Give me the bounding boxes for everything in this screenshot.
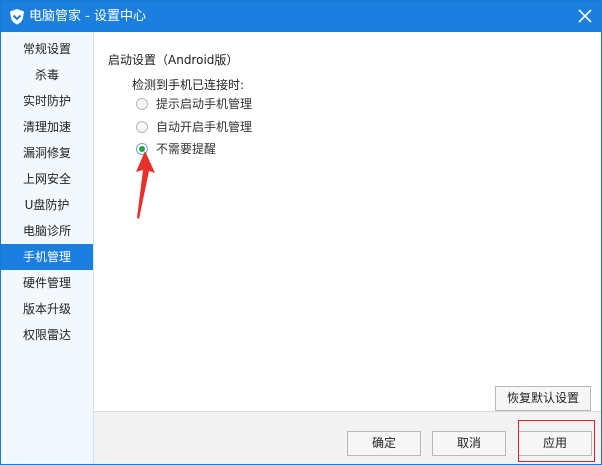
sidebar-item-web-security[interactable]: 上网安全 (1, 166, 93, 192)
close-icon[interactable] (575, 6, 595, 26)
sidebar-item-general[interactable]: 常规设置 (1, 36, 93, 62)
sidebar-item-usb-protection[interactable]: U盘防护 (1, 192, 93, 218)
shield-logo-icon (10, 9, 24, 25)
sidebar-item-phone-management[interactable]: 手机管理 (1, 244, 93, 270)
ok-button[interactable]: 确定 (347, 431, 421, 456)
window-title: 电脑管家 - 设置中心 (29, 9, 146, 24)
radio-button[interactable] (136, 98, 148, 110)
section-title: 启动设置（Android版） (108, 53, 239, 67)
sidebar-item-hardware-management[interactable]: 硬件管理 (1, 270, 93, 296)
title-bar[interactable]: 电脑管家 - 设置中心 (1, 1, 601, 32)
sidebar-item-cleanup[interactable]: 清理加速 (1, 114, 93, 140)
option-label: 不需要提醒 (156, 142, 217, 156)
sidebar-item-antivirus[interactable]: 杀毒 (1, 62, 93, 88)
option-label: 提示启动手机管理 (156, 97, 253, 111)
restore-default-button[interactable]: 恢复默认设置 (495, 386, 591, 411)
sidebar: 常规设置 杀毒 实时防护 清理加速 漏洞修复 上网安全 U盘防护 电脑诊所 手机… (1, 32, 94, 464)
sidebar-item-version-upgrade[interactable]: 版本升级 (1, 296, 93, 322)
sidebar-item-pc-clinic[interactable]: 电脑诊所 (1, 218, 93, 244)
option-label: 自动开启手机管理 (156, 120, 253, 134)
apply-button[interactable]: 应用 (518, 431, 592, 456)
cancel-button[interactable]: 取消 (432, 431, 506, 456)
sidebar-item-realtime-protection[interactable]: 实时防护 (1, 88, 93, 114)
footer-bar: 确定 取消 应用 (94, 412, 601, 464)
detect-label: 检测到手机已连接时: (132, 78, 245, 92)
sidebar-item-permission-radar[interactable]: 权限雷达 (1, 322, 93, 348)
radio-button[interactable] (136, 121, 148, 133)
red-arrow-annotation-icon (136, 151, 155, 219)
settings-content: 启动设置（Android版） 检测到手机已连接时: 提示启动手机管理 自动开启手… (94, 32, 601, 464)
settings-window: 电脑管家 - 设置中心 常规设置 杀毒 实时防护 清理加速 漏洞修复 上网安全 … (0, 0, 602, 465)
sidebar-item-vulnerability-fix[interactable]: 漏洞修复 (1, 140, 93, 166)
